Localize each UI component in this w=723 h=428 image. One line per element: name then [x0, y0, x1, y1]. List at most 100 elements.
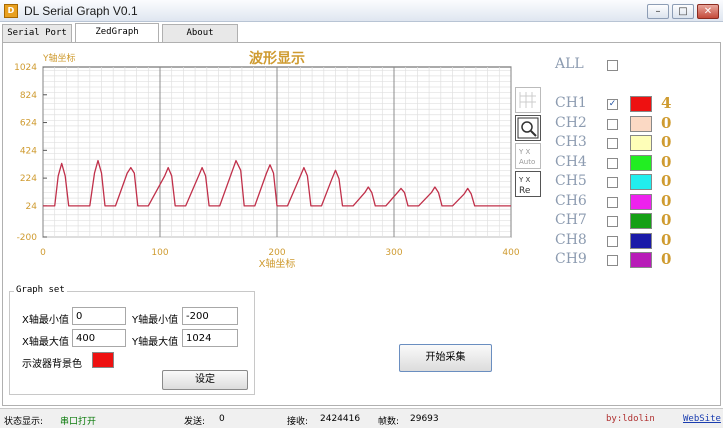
channel-checkbox[interactable] — [607, 138, 618, 149]
channel-checkbox[interactable] — [607, 255, 618, 266]
status-state-label: 状态显示: — [4, 417, 44, 427]
channel-label: CH3 — [555, 134, 587, 150]
y-max-input[interactable] — [182, 329, 238, 347]
channel-row-ch4: CH4 0 — [555, 152, 720, 173]
channel-row-ch6: CH6 0 — [555, 191, 720, 212]
channel-count: 0 — [661, 152, 672, 171]
channel-label: CH5 — [555, 173, 587, 189]
reset-icon[interactable]: Y X Re — [515, 171, 541, 197]
graph-area: 0 100 200 300 400 1024 824 624 424 224 24 -200 波形显示 Y… — [7, 49, 549, 305]
x-max-label: X轴最大值 — [22, 337, 69, 348]
channel-color-swatch[interactable] — [630, 193, 652, 210]
channel-count: 0 — [661, 191, 672, 210]
frames-value: 29693 — [410, 414, 439, 424]
svg-text:Auto: Auto — [519, 158, 535, 166]
y-axis-label: Y轴坐标 — [42, 52, 76, 64]
x-max-input[interactable] — [72, 329, 126, 347]
zoom-icon[interactable] — [515, 115, 541, 141]
channel-checkbox[interactable] — [607, 216, 618, 227]
channel-label: CH6 — [555, 192, 587, 209]
waveform-chart[interactable]: 0 100 200 300 400 1024 824 624 424 224 24 -200 波形显示 Y… — [7, 49, 549, 305]
y-max-label: Y轴最大值 — [132, 337, 179, 348]
tab-about[interactable]: About — [162, 24, 238, 42]
x-min-label: X轴最小值 — [22, 315, 69, 326]
channel-row-ch7: CH7 0 — [555, 211, 720, 231]
status-bar: 状态显示: 串口打开 发送: 0 接收: 2424416 帧数: 29693 b… — [0, 408, 723, 428]
chart-title: 波形显示 — [249, 50, 305, 67]
y-tick-label: -200 — [17, 233, 38, 243]
receive-value: 2424416 — [320, 414, 361, 424]
website-link[interactable]: WebSite — [683, 414, 721, 424]
channel-row-ch3: CH3 0 — [555, 133, 720, 153]
channel-row-ch9: CH9 0 — [555, 250, 720, 270]
start-capture-button[interactable]: 开始采集 — [399, 344, 492, 372]
y-tick-label: 224 — [20, 174, 37, 184]
x-min-input[interactable] — [72, 307, 126, 325]
app-window: D DL Serial Graph V0.1 – □ ✕ Serial Port… — [0, 0, 723, 428]
send-label: 发送: — [184, 417, 206, 427]
channel-checkbox[interactable] — [607, 196, 618, 208]
channel-label: CH8 — [555, 231, 587, 248]
tab-serial-port[interactable]: Serial Port — [2, 24, 72, 42]
channel-count: 4 — [661, 94, 672, 112]
grid-icon[interactable] — [515, 87, 541, 113]
x-tick-label: 0 — [40, 248, 46, 258]
y-tick-label: 24 — [26, 202, 38, 212]
channel-label: CH1 — [555, 95, 587, 111]
channel-row-ch2: CH2 0 — [555, 113, 720, 134]
y-tick-label: 624 — [20, 119, 37, 129]
channel-panel: ALL CH1 ✓ 4 CH2 0 CH3 0 CH4 0 CH5 0 CH6 0 CH7 0 CH8 0 CH9… — [555, 49, 720, 279]
channel-checkbox[interactable] — [607, 235, 618, 247]
channel-all-label: ALL — [555, 56, 584, 72]
channel-color-swatch[interactable] — [630, 252, 652, 268]
frames-label: 帧数: — [378, 417, 400, 427]
channel-color-swatch[interactable] — [630, 174, 652, 190]
channel-color-swatch[interactable] — [630, 135, 652, 151]
channel-label: CH7 — [555, 212, 587, 228]
channel-color-swatch[interactable] — [630, 154, 652, 171]
app-icon: D — [4, 4, 18, 18]
channel-count: 0 — [661, 230, 672, 249]
channel-count: 0 — [661, 133, 672, 151]
channel-checkbox[interactable]: ✓ — [607, 99, 618, 110]
y-tick-label: 1024 — [14, 63, 37, 73]
channel-all-row: ALL — [555, 56, 720, 75]
channel-count: 0 — [661, 113, 672, 132]
channel-color-swatch[interactable] — [630, 232, 652, 249]
channel-checkbox[interactable] — [607, 177, 618, 188]
maximize-button[interactable]: □ — [672, 4, 694, 19]
channel-color-swatch[interactable] — [630, 115, 652, 132]
bg-color-swatch[interactable] — [92, 352, 114, 368]
channel-label: CH9 — [555, 251, 587, 267]
channel-count: 0 — [661, 172, 672, 190]
channel-count: 0 — [661, 211, 672, 229]
close-button[interactable]: ✕ — [697, 4, 719, 19]
channel-row-ch5: CH5 0 — [555, 172, 720, 192]
title-bar: D DL Serial Graph V0.1 – □ ✕ — [0, 0, 723, 22]
channel-row-ch8: CH8 0 — [555, 230, 720, 251]
svg-text:Re: Re — [519, 186, 531, 196]
channel-color-swatch[interactable] — [630, 96, 652, 112]
channel-color-swatch[interactable] — [630, 213, 652, 229]
channel-checkbox[interactable] — [607, 118, 618, 130]
y-min-label: Y轴最小值 — [132, 315, 179, 326]
channel-label: CH4 — [555, 153, 587, 170]
receive-label: 接收: — [287, 417, 309, 427]
svg-text:Y X: Y X — [518, 148, 531, 156]
y-tick-label: 824 — [20, 91, 37, 101]
graph-set-group: Graph set X轴最小值 Y轴最小值 X轴最大值 Y轴最大值 示波器背景色… — [9, 285, 255, 395]
tab-zedgraph[interactable]: ZedGraph — [75, 23, 159, 42]
minimize-button[interactable]: – — [647, 4, 669, 19]
channel-checkbox[interactable] — [607, 157, 618, 169]
y-min-input[interactable] — [182, 307, 238, 325]
send-value: 0 — [219, 414, 225, 424]
x-tick-label: 100 — [151, 248, 168, 258]
channel-all-checkbox[interactable] — [607, 60, 618, 71]
auto-scale-icon[interactable]: Y X Auto — [515, 143, 541, 169]
y-tick-label: 424 — [20, 146, 37, 156]
zedgraph-panel: 0 100 200 300 400 1024 824 624 424 224 24 -200 波形显示 Y… — [2, 42, 721, 406]
x-tick-label: 200 — [268, 248, 285, 258]
set-button[interactable]: 设定 — [162, 370, 248, 390]
channel-row-ch1: CH1 ✓ 4 — [555, 94, 720, 114]
x-axis-label: X轴坐标 — [259, 257, 296, 270]
